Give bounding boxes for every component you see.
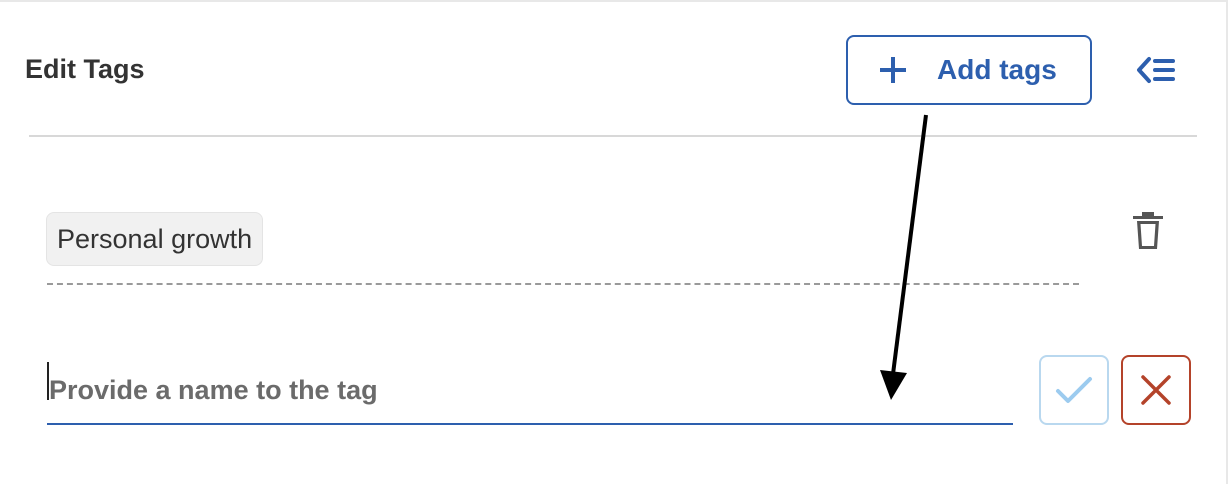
plus-icon <box>880 57 906 83</box>
header-divider <box>29 135 1197 137</box>
tag-name-input[interactable] <box>47 357 1013 425</box>
tag-chip: Personal growth <box>46 212 264 266</box>
cancel-tag-button[interactable] <box>1121 355 1191 425</box>
edit-tags-panel: Edit Tags Add tags Personal growth <box>0 0 1228 484</box>
confirm-tag-button[interactable] <box>1039 355 1109 425</box>
text-cursor <box>47 362 49 400</box>
close-icon <box>1141 375 1171 405</box>
add-tags-label: Add tags <box>937 54 1057 85</box>
checkmark-icon <box>1056 377 1092 403</box>
add-tags-button[interactable]: Add tags <box>846 35 1092 105</box>
tag-row-separator <box>47 283 1079 285</box>
trash-icon[interactable] <box>1131 211 1165 251</box>
collapse-list-icon[interactable] <box>1135 54 1177 86</box>
panel-title: Edit Tags <box>25 54 145 84</box>
